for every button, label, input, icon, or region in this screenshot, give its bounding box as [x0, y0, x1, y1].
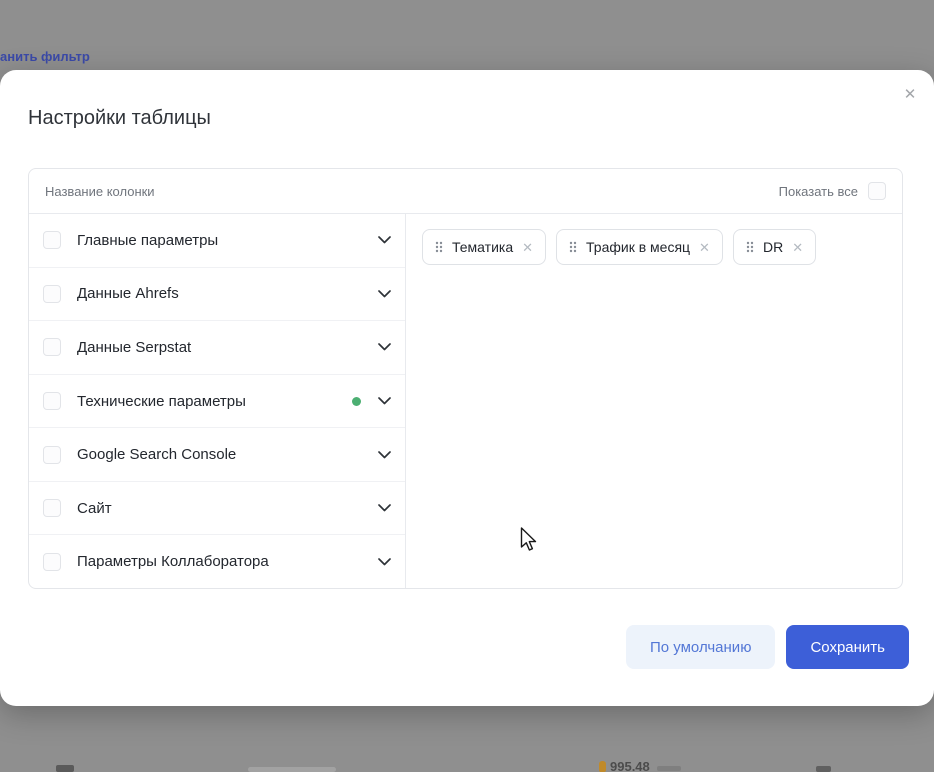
chevron-down-icon[interactable] [377, 343, 391, 351]
chevron-down-icon[interactable] [377, 451, 391, 459]
panel-header: Название колонки Показать все [29, 169, 902, 214]
background-button-fragment [248, 767, 336, 772]
category-list: Главные параметры Данные Ahrefs Данные S… [29, 214, 406, 588]
column-name-header: Название колонки [45, 184, 155, 199]
category-checkbox[interactable] [43, 553, 61, 571]
background-text-fragment [56, 765, 74, 772]
show-all-label: Показать все [779, 184, 858, 199]
category-checkbox[interactable] [43, 499, 61, 517]
background-save-filter-link-fragment: анить фильтр [0, 49, 90, 64]
category-label: Технические параметры [67, 393, 352, 410]
background-metric-fragment: 995.48 [610, 759, 650, 772]
remove-chip-icon[interactable]: ✕ [699, 241, 710, 254]
category-row-collaborator-params[interactable]: Параметры Коллаборатора [29, 535, 405, 588]
page: анить фильтр 995.48 Настройки таблицы ✕ … [0, 0, 934, 772]
chevron-down-icon[interactable] [377, 290, 391, 298]
drag-handle-icon[interactable] [435, 241, 443, 253]
default-button[interactable]: По умолчанию [626, 625, 775, 669]
category-label: Параметры Коллаборатора [67, 553, 377, 570]
category-row-serpstat[interactable]: Данные Serpstat [29, 321, 405, 375]
background-text-fragment [816, 766, 831, 772]
flame-icon [599, 761, 606, 772]
category-row-main-params[interactable]: Главные параметры [29, 214, 405, 268]
category-row-technical-params[interactable]: Технические параметры [29, 375, 405, 429]
category-checkbox[interactable] [43, 285, 61, 303]
close-icon[interactable]: ✕ [896, 80, 924, 108]
drag-handle-icon[interactable] [746, 241, 754, 253]
chevron-down-icon[interactable] [377, 397, 391, 405]
chip-label: Трафик в месяц [586, 239, 690, 255]
chevron-down-icon[interactable] [377, 504, 391, 512]
modal-title: Настройки таблицы [28, 106, 211, 130]
modal-footer: По умолчанию Сохранить [626, 625, 909, 669]
chip-label: Тематика [452, 239, 513, 255]
selected-columns-area: Тематика ✕ Трафик в месяц ✕ DR ✕ [406, 214, 902, 588]
category-label: Данные Ahrefs [67, 285, 377, 302]
table-settings-modal: Настройки таблицы ✕ Название колонки Пок… [0, 70, 934, 706]
panel-body: Главные параметры Данные Ahrefs Данные S… [29, 214, 902, 588]
chevron-down-icon[interactable] [377, 236, 391, 244]
category-checkbox[interactable] [43, 338, 61, 356]
category-label: Главные параметры [67, 232, 377, 249]
category-row-site[interactable]: Сайт [29, 482, 405, 536]
category-label: Google Search Console [67, 446, 377, 463]
category-row-ahrefs[interactable]: Данные Ahrefs [29, 268, 405, 322]
category-checkbox[interactable] [43, 231, 61, 249]
columns-panel: Название колонки Показать все Главные па… [28, 168, 903, 589]
chevron-down-icon[interactable] [377, 558, 391, 566]
background-text-fragment [657, 766, 681, 771]
category-checkbox[interactable] [43, 446, 61, 464]
selected-column-chip-tematika[interactable]: Тематика ✕ [422, 229, 546, 265]
show-all-checkbox[interactable] [868, 182, 886, 200]
show-all-control: Показать все [779, 182, 886, 200]
category-label: Сайт [67, 500, 377, 517]
active-indicator-dot [352, 397, 361, 406]
save-button[interactable]: Сохранить [786, 625, 909, 669]
selected-column-chip-traffic[interactable]: Трафик в месяц ✕ [556, 229, 723, 265]
drag-handle-icon[interactable] [569, 241, 577, 253]
remove-chip-icon[interactable]: ✕ [792, 241, 803, 254]
category-label: Данные Serpstat [67, 339, 377, 356]
remove-chip-icon[interactable]: ✕ [522, 241, 533, 254]
selected-column-chip-dr[interactable]: DR ✕ [733, 229, 816, 265]
chip-label: DR [763, 239, 783, 255]
category-checkbox[interactable] [43, 392, 61, 410]
category-row-google-search-console[interactable]: Google Search Console [29, 428, 405, 482]
